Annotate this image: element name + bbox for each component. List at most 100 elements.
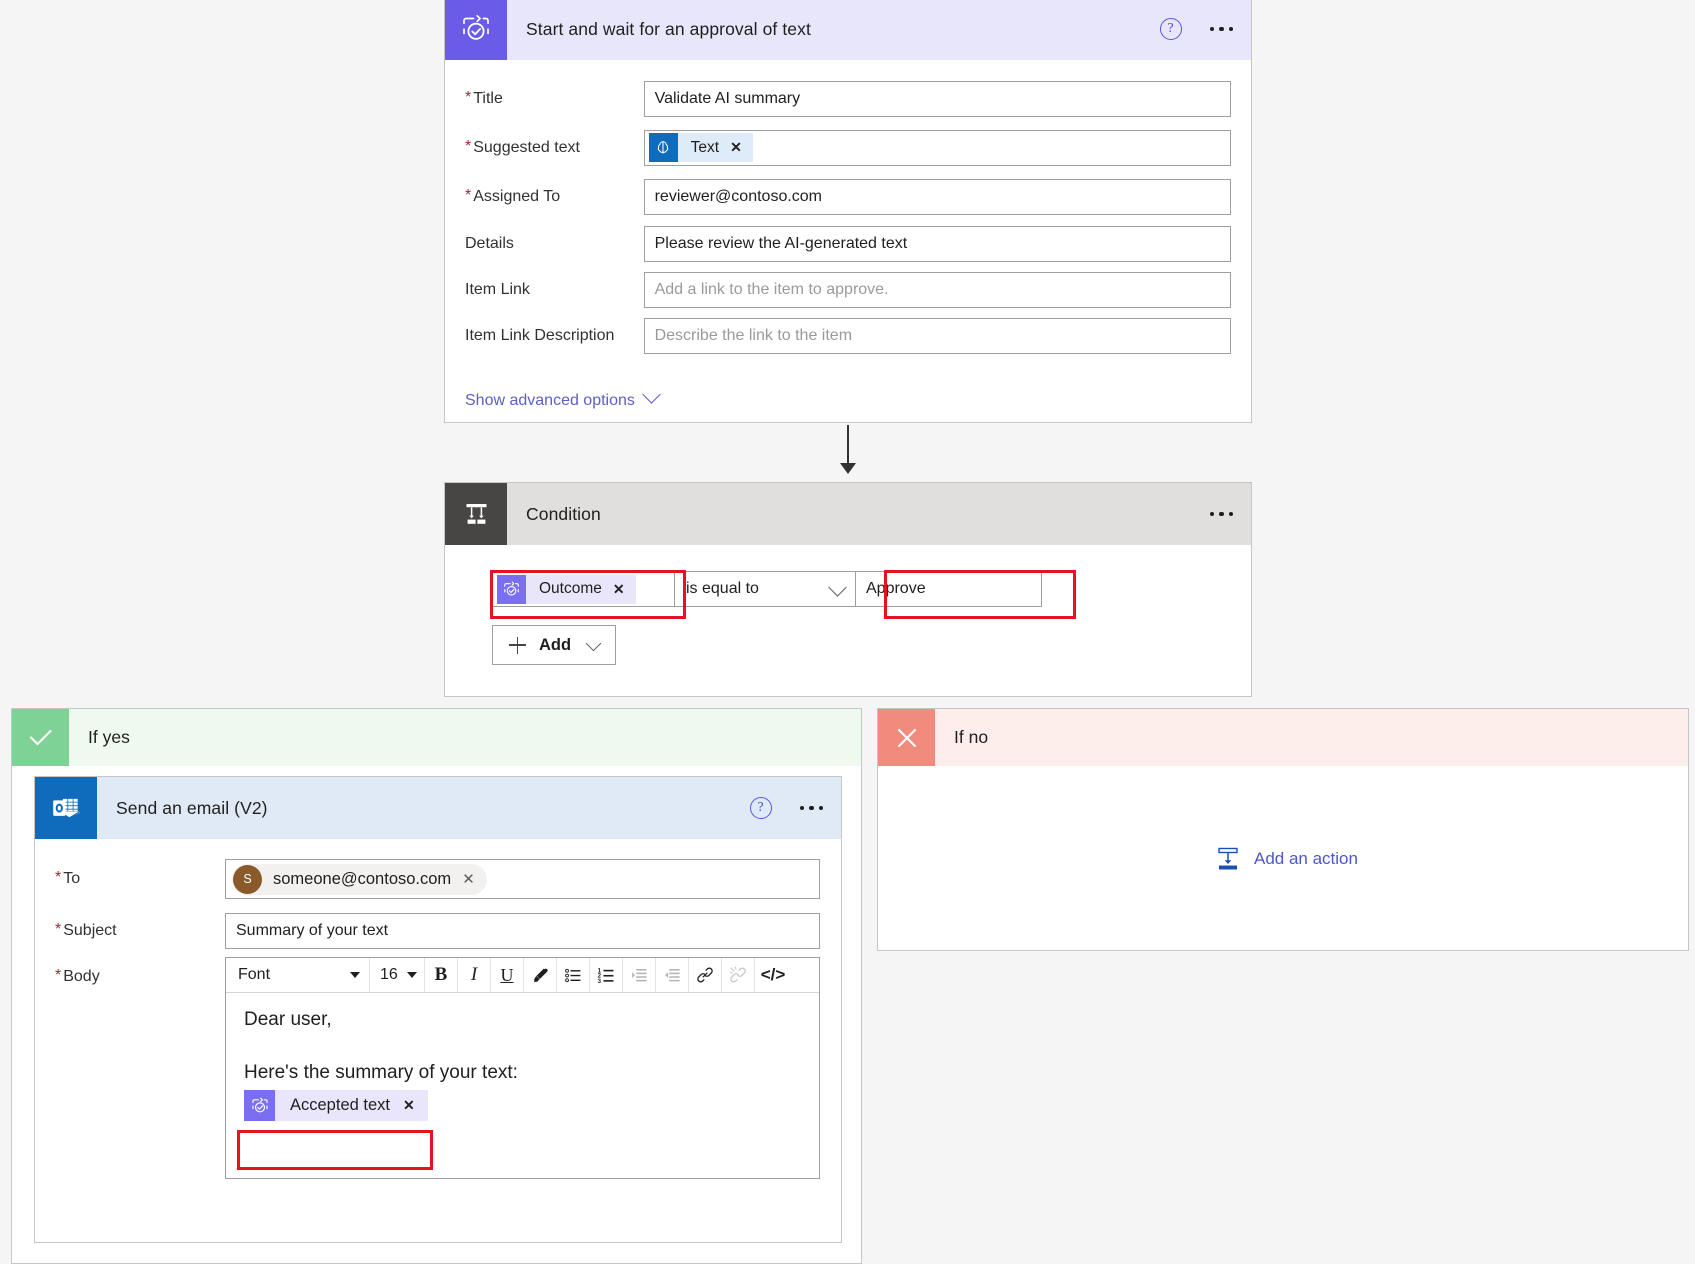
- if-no-branch[interactable]: If no Add an action: [877, 708, 1689, 951]
- condition-icon: [445, 483, 507, 545]
- required-asterisk: *: [55, 921, 62, 938]
- chevron-down-icon[interactable]: [828, 577, 847, 597]
- field-row-subject: * Subject Summary of your text: [55, 905, 821, 957]
- field-label-body: * Body: [55, 967, 100, 986]
- condition-card[interactable]: Condition Outcome ✕ is equal to Approve …: [444, 482, 1252, 697]
- approvals-icon: [244, 1090, 275, 1121]
- field-label-details: Details: [465, 235, 514, 252]
- remove-token-icon[interactable]: ✕: [613, 581, 625, 598]
- numbered-list-icon[interactable]: 1 2 3: [590, 958, 623, 992]
- token-label: Text: [690, 138, 720, 156]
- avatar: S: [233, 864, 262, 894]
- to-input[interactable]: S someone@contoso.com ✕: [225, 859, 820, 899]
- bold-icon[interactable]: B: [425, 958, 458, 992]
- approval-action-card[interactable]: Start and wait for an approval of text ?…: [444, 0, 1252, 423]
- details-input[interactable]: Please review the AI-generated text: [643, 226, 1231, 262]
- assigned-to-input[interactable]: reviewer@contoso.com: [643, 178, 1231, 215]
- condition-operator-select[interactable]: is equal to: [674, 571, 856, 607]
- if-yes-branch-header[interactable]: If yes: [12, 709, 861, 766]
- font-family-value: Font: [238, 966, 271, 983]
- font-size-select[interactable]: 16: [370, 958, 425, 992]
- item-link-input[interactable]: Add a link to the item to approve.: [643, 272, 1231, 308]
- dynamic-token-outcome[interactable]: Outcome ✕: [497, 574, 636, 604]
- link-icon[interactable]: [689, 958, 722, 992]
- checkmark-icon: [12, 709, 69, 766]
- bulleted-list-icon[interactable]: [557, 958, 590, 992]
- help-icon[interactable]: ?: [749, 797, 772, 819]
- body-content-area[interactable]: Dear user, Here's the summary of your te…: [226, 993, 819, 1178]
- show-advanced-options-link[interactable]: Show advanced options: [465, 392, 635, 409]
- dynamic-token-accepted-text[interactable]: Accepted text ✕: [244, 1090, 428, 1121]
- dynamic-token-text[interactable]: Text ✕: [648, 133, 753, 162]
- condition-card-title: Condition: [526, 503, 601, 524]
- if-no-branch-header[interactable]: If no: [878, 709, 1688, 766]
- field-row-details: Details Please review the AI-generated t…: [465, 221, 1231, 267]
- if-yes-branch[interactable]: If yes Send an email (V2) ? * To S someo…: [11, 708, 862, 1264]
- send-email-card-more-menu[interactable]: [798, 800, 826, 817]
- remove-token-icon[interactable]: ✕: [403, 1097, 415, 1114]
- add-action-icon: [1213, 844, 1243, 874]
- remove-recipient-icon[interactable]: ✕: [462, 870, 475, 888]
- approval-card-title: Start and wait for an approval of text: [526, 18, 811, 39]
- required-asterisk: *: [465, 88, 472, 106]
- send-email-card-header-actions: ?: [749, 777, 826, 839]
- item-link-description-input[interactable]: Describe the link to the item: [643, 318, 1231, 354]
- title-input[interactable]: Validate AI summary: [643, 80, 1231, 117]
- condition-card-body: Outcome ✕ is equal to Approve Add: [445, 545, 1251, 665]
- outlook-icon: [35, 777, 97, 839]
- approval-card-header[interactable]: Start and wait for an approval of text ?: [445, 0, 1251, 60]
- required-asterisk: *: [465, 186, 472, 204]
- add-an-action-button[interactable]: Add an action: [1213, 844, 1358, 874]
- suggested-text-input[interactable]: Text ✕: [643, 129, 1231, 166]
- required-asterisk: *: [55, 967, 62, 984]
- send-email-card[interactable]: Send an email (V2) ? * To S someone@cont…: [34, 776, 842, 1243]
- condition-left-operand-input[interactable]: Outcome ✕: [492, 571, 674, 607]
- approval-card-more-menu[interactable]: [1208, 21, 1236, 38]
- chevron-down-icon[interactable]: [585, 635, 602, 651]
- add-condition-row-button[interactable]: Add: [492, 625, 617, 665]
- condition-operator-value: is equal to: [686, 580, 759, 597]
- condition-right-operand-input[interactable]: Approve: [856, 571, 1042, 607]
- approval-card-header-actions: ?: [1159, 0, 1236, 60]
- send-email-card-header[interactable]: Send an email (V2) ?: [35, 777, 841, 839]
- caret-down-icon: [350, 972, 360, 978]
- code-view-icon[interactable]: </>: [755, 958, 791, 992]
- field-row-to: * To S someone@contoso.com ✕: [55, 853, 821, 905]
- approvals-icon: [445, 0, 507, 60]
- token-label: Accepted text: [290, 1096, 390, 1114]
- outdent-icon: [656, 958, 689, 992]
- condition-card-header[interactable]: Condition: [445, 483, 1251, 545]
- body-rich-text-editor[interactable]: Font 16 B I U 1 2 3 </> Dear user, Here'…: [225, 957, 820, 1179]
- field-row-assigned-to: * Assigned To reviewer@contoso.com: [465, 172, 1231, 221]
- chevron-down-icon[interactable]: [642, 385, 661, 404]
- body-line-2: Here's the summary of your text:: [244, 1062, 518, 1083]
- field-row-item-link: Item Link Add a link to the item to appr…: [465, 267, 1231, 313]
- field-row-title: * Title Validate AI summary: [465, 74, 1231, 123]
- token-body: Outcome ✕: [526, 574, 636, 604]
- condition-card-more-menu[interactable]: [1208, 506, 1236, 523]
- token-body: Text ✕: [677, 133, 753, 162]
- if-no-branch-body: Add an action: [878, 766, 1688, 951]
- approval-card-body: * Title Validate AI summary * Suggested …: [445, 60, 1251, 410]
- recipient-label: someone@contoso.com: [273, 869, 452, 888]
- underline-icon[interactable]: U: [491, 958, 524, 992]
- field-label-assigned-to: * Assigned To: [465, 186, 561, 205]
- send-email-card-body: * To S someone@contoso.com ✕ * Subject S…: [35, 839, 841, 1179]
- body-line-1: Dear user,: [244, 1009, 332, 1030]
- add-an-action-label: Add an action: [1254, 848, 1358, 868]
- help-icon[interactable]: ?: [1159, 18, 1182, 40]
- italic-icon[interactable]: I: [458, 958, 491, 992]
- cross-icon: [878, 709, 935, 766]
- font-family-select[interactable]: Font: [226, 958, 370, 992]
- if-no-branch-label: If no: [954, 727, 989, 747]
- highlighter-icon[interactable]: [524, 958, 557, 992]
- required-asterisk: *: [55, 869, 62, 886]
- subject-input[interactable]: Summary of your text: [225, 913, 820, 949]
- field-label-title: * Title: [465, 88, 503, 107]
- svg-text:3: 3: [597, 977, 601, 984]
- caret-down-icon: [407, 972, 417, 978]
- avatar-initial: S: [243, 872, 252, 886]
- show-advanced-options-row: Show advanced options: [465, 385, 1231, 410]
- token-label: Outcome: [539, 580, 602, 597]
- remove-token-icon[interactable]: ✕: [730, 139, 742, 156]
